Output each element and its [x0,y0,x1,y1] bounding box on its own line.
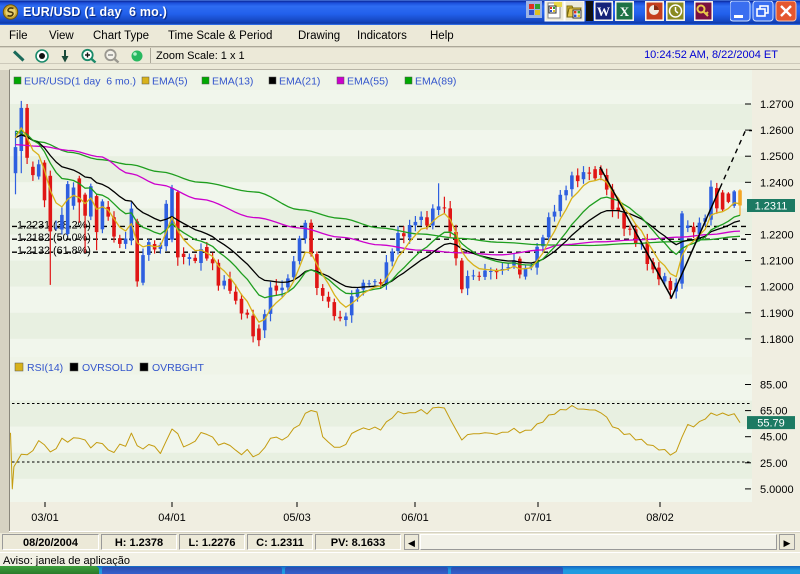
svg-text:RSI(14): RSI(14) [27,362,63,374]
svg-text:EMA(5): EMA(5) [152,76,188,88]
svg-text:1.2182 (50.0%): 1.2182 (50.0%) [17,232,91,244]
svg-text:05/03: 05/03 [283,512,311,524]
svg-text:1.2600: 1.2600 [760,125,794,137]
svg-text:OVRSOLD: OVRSOLD [82,362,134,374]
svg-text:08/02: 08/02 [646,512,674,524]
svg-text:06/01: 06/01 [401,512,429,524]
svg-text:25.00: 25.00 [760,458,788,470]
svg-text:65.00: 65.00 [760,406,788,418]
svg-text:85.00: 85.00 [760,380,788,392]
svg-text:1.2200: 1.2200 [760,230,794,242]
svg-text:EMA(55): EMA(55) [347,76,388,88]
svg-text:07/01: 07/01 [524,512,552,524]
svg-text:1.1900: 1.1900 [760,308,794,320]
svg-text:EUR/USD(1 day 6 mo.): EUR/USD(1 day 6 mo.) [24,76,136,88]
svg-text:EMA(21): EMA(21) [279,76,320,88]
svg-text:1.2400: 1.2400 [760,177,794,189]
svg-text:04/01: 04/01 [158,512,186,524]
svg-text:03/01: 03/01 [31,512,59,524]
svg-text:45.00: 45.00 [760,432,788,444]
svg-text:5.0000: 5.0000 [760,484,794,496]
svg-text:EMA(13): EMA(13) [212,76,253,88]
svg-text:1.1800: 1.1800 [760,334,794,346]
svg-text:1.2132 (61.8%): 1.2132 (61.8%) [17,245,91,257]
svg-text:55.79: 55.79 [757,418,785,430]
svg-text:OVRBGHT: OVRBGHT [152,362,205,374]
svg-text:EMA(89): EMA(89) [415,76,456,88]
svg-text:1.2500: 1.2500 [760,151,794,163]
svg-text:1.2100: 1.2100 [760,256,794,268]
svg-text:1.2311: 1.2311 [755,201,788,213]
svg-text:1.2000: 1.2000 [760,282,794,294]
svg-text:1.2700: 1.2700 [760,99,794,111]
